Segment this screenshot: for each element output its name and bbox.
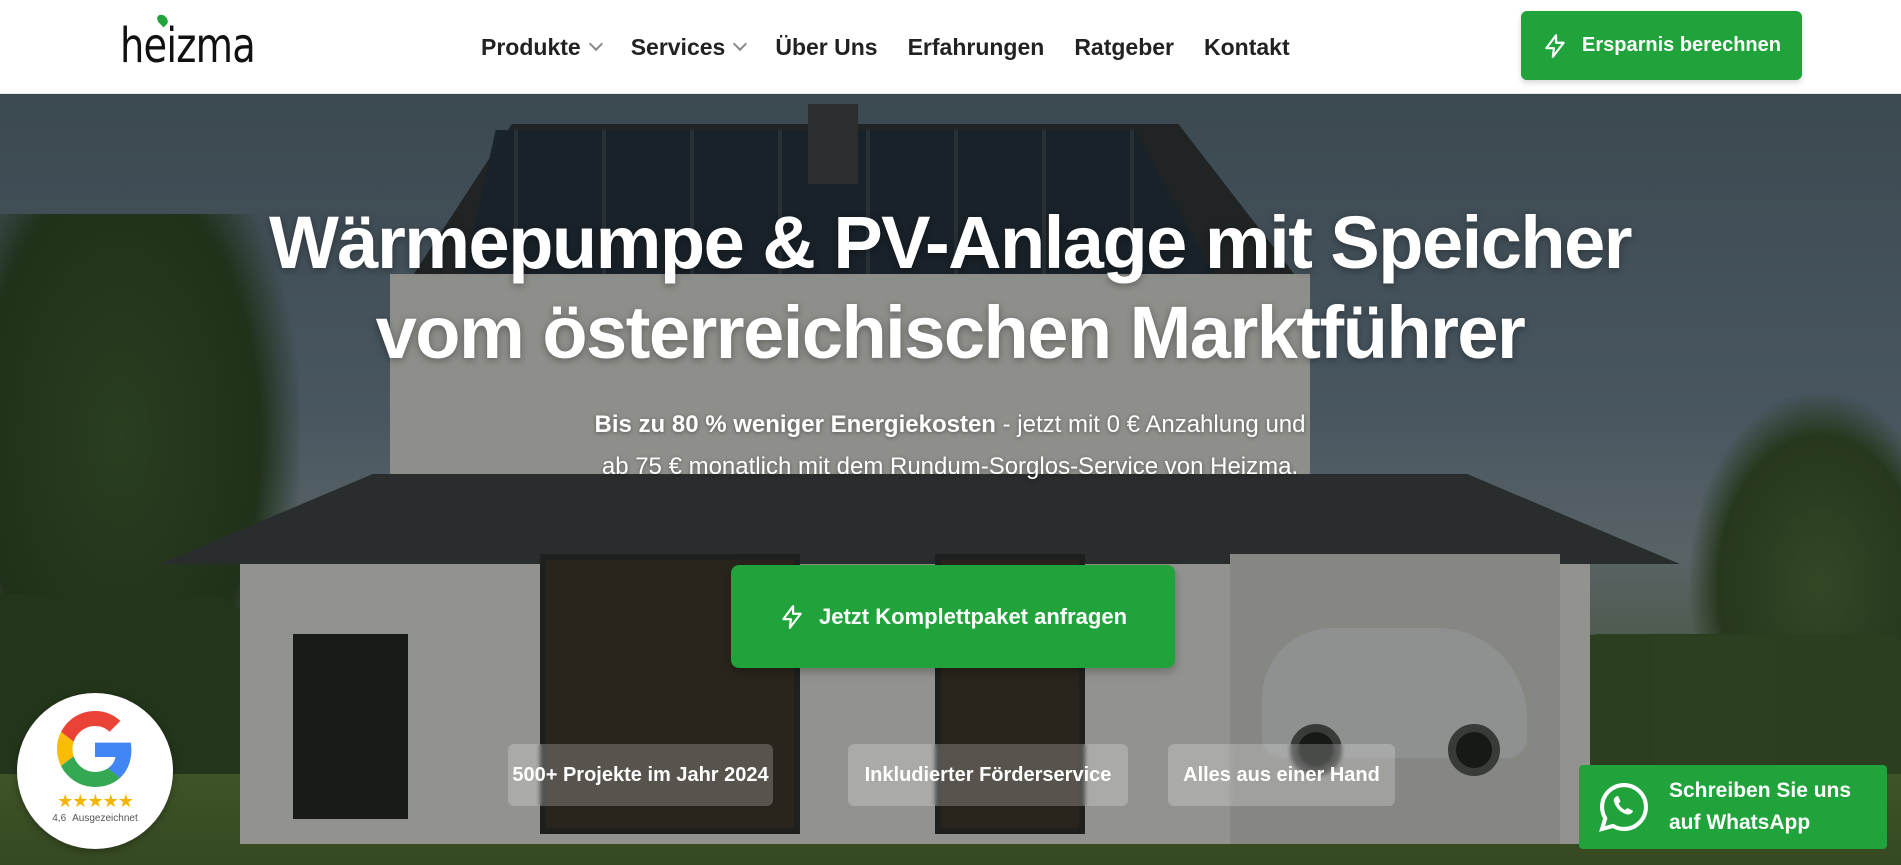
- nav-item-label: Erfahrungen: [907, 33, 1045, 60]
- whatsapp-line-2: auf WhatsApp: [1669, 807, 1851, 839]
- lightning-icon: [782, 604, 802, 629]
- lightning-icon: [1545, 33, 1565, 58]
- hero-subtitle: Bis zu 80 % weniger Energiekosten - jetz…: [450, 404, 1450, 488]
- nav-item-services[interactable]: Services: [630, 33, 748, 61]
- chevron-down-icon: [733, 36, 748, 52]
- calculate-savings-button[interactable]: Ersparnis berechnen: [1521, 11, 1802, 80]
- subtitle-text: - jetzt mit 0 € Anzahlung und: [995, 411, 1306, 438]
- nav-item-ueber-uns[interactable]: Über Uns: [775, 34, 877, 61]
- rating-label: Ausgezeichnet: [72, 813, 138, 824]
- hero-headline: Wärmepumpe & PV-Anlage mit Speicher vom …: [150, 198, 1750, 378]
- nav-item-label: Kontakt: [1204, 33, 1290, 60]
- nav-item-label: Ratgeber: [1074, 33, 1175, 60]
- feature-pill: 500+ Projekte im Jahr 2024: [508, 744, 773, 806]
- logo[interactable]: heizma: [120, 16, 256, 76]
- whatsapp-prefix: auf: [1669, 811, 1707, 834]
- chevron-down-icon: [588, 36, 603, 52]
- whatsapp-text: Schreiben Sie uns auf WhatsApp: [1669, 775, 1851, 839]
- headline-line-2: vom österreichischen Marktführer: [375, 291, 1526, 374]
- nav-item-erfahrungen[interactable]: Erfahrungen: [908, 34, 1045, 61]
- whatsapp-line-1: Schreiben Sie uns: [1669, 779, 1852, 802]
- feature-pill: Inkludierter Förderservice: [848, 744, 1128, 806]
- request-package-button[interactable]: Jetzt Komplettpaket anfragen: [731, 565, 1175, 668]
- nav-item-label: Über Uns: [775, 33, 878, 60]
- google-icon: [57, 711, 132, 787]
- hero-section: Wärmepumpe & PV-Anlage mit Speicher vom …: [0, 94, 1901, 865]
- rating-text: 4,6 Ausgezeichnet: [17, 813, 173, 824]
- subtitle-highlight: Bis zu 80 % weniger Energiekosten: [594, 411, 996, 438]
- feature-pill: Alles aus einer Hand: [1168, 744, 1395, 806]
- nav-item-produkte[interactable]: Produkte: [481, 33, 603, 61]
- site-header: heizma Produkte Services Über Uns Erfahr…: [0, 0, 1901, 94]
- main-nav: Produkte Services Über Uns Erfahrungen R…: [481, 30, 1320, 64]
- google-rating-badge[interactable]: ★★★★★ 4,6 Ausgezeichnet: [17, 693, 173, 849]
- rating-stars: ★★★★★: [57, 791, 134, 811]
- request-package-label: Jetzt Komplettpaket anfragen: [818, 603, 1128, 629]
- whatsapp-chat-button[interactable]: Schreiben Sie uns auf WhatsApp: [1579, 765, 1887, 849]
- whatsapp-icon: [1599, 783, 1648, 832]
- whatsapp-brand: WhatsApp: [1706, 811, 1811, 834]
- calculate-savings-label: Ersparnis berechnen: [1582, 34, 1781, 56]
- rating-value: 4,6: [52, 813, 67, 824]
- headline-line-1: Wärmepumpe & PV-Anlage mit Speicher: [268, 201, 1633, 284]
- nav-item-label: Services: [630, 33, 726, 60]
- nav-item-ratgeber[interactable]: Ratgeber: [1074, 34, 1174, 61]
- subtitle-text: ab 75 € monatlich mit dem Rundum-Sorglos…: [601, 453, 1299, 480]
- nav-item-kontakt[interactable]: Kontakt: [1204, 34, 1290, 61]
- nav-item-label: Produkte: [481, 33, 581, 60]
